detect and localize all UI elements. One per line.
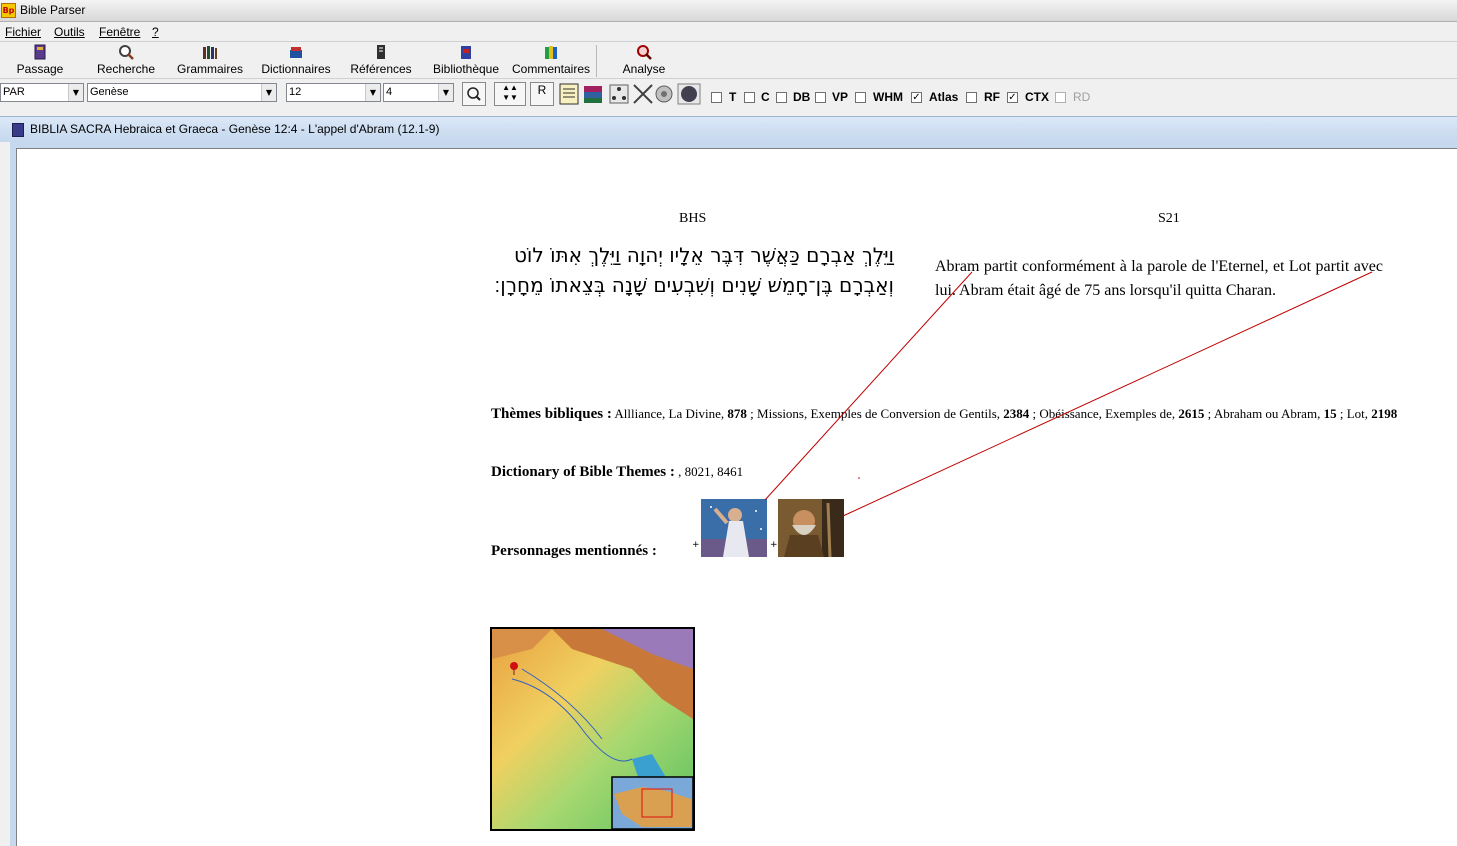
verse-value: 4 bbox=[386, 86, 393, 98]
references-button[interactable]: Références bbox=[346, 44, 416, 80]
s21-column-header: S21 bbox=[1158, 211, 1180, 226]
dictionary-of-bible-themes: Dictionary of Bible Themes : , 8021, 846… bbox=[491, 464, 743, 481]
search-icon bbox=[119, 45, 134, 60]
option-db-checkbox[interactable] bbox=[776, 92, 787, 103]
theme-number[interactable]: 15 bbox=[1324, 406, 1337, 421]
chapter-select[interactable]: 12 ▼ bbox=[286, 83, 381, 102]
grammar-books-icon bbox=[203, 46, 217, 59]
atlas-map-image[interactable] bbox=[490, 627, 695, 831]
theme-number[interactable]: 878 bbox=[727, 406, 747, 421]
dictionnaires-button[interactable]: Dictionnaires bbox=[258, 44, 334, 80]
option-ctx-checkbox[interactable]: ✓ bbox=[1007, 92, 1018, 103]
option-rd-label: RD bbox=[1073, 90, 1091, 104]
toolbar-separator bbox=[596, 45, 597, 77]
bibliotheque-label: Bibliothèque bbox=[432, 62, 500, 76]
main-toolbar: Passage Recherche Grammaires Dictionnair… bbox=[0, 41, 1457, 79]
theme-link[interactable]: Obéissance, Exemples de, bbox=[1039, 406, 1175, 421]
option-whm-label: WHM bbox=[873, 90, 903, 104]
option-rd-checkbox bbox=[1055, 92, 1066, 103]
option-c-label: C bbox=[761, 90, 770, 104]
window-title: Bible Parser bbox=[20, 3, 86, 17]
option-atlas-label: Atlas bbox=[929, 90, 959, 104]
verse-stepper[interactable]: ▲▲ ▼▼ bbox=[494, 82, 526, 106]
menu-help[interactable]: ? bbox=[152, 25, 159, 39]
dict-values[interactable]: , 8021, 8461 bbox=[678, 464, 743, 479]
library-icon bbox=[461, 46, 471, 59]
hebrew-verse-text: וַיֵּלֶךְ אַבְרָם כַּאֲשֶׁר דִּבֶּר אֵלָ… bbox=[494, 243, 894, 297]
theme-number[interactable]: 2384 bbox=[1003, 406, 1029, 421]
menu-fenetre[interactable]: Fenêtre bbox=[99, 25, 140, 39]
navigation-controls: PAR ▼ Genèse ▼ 12 ▼ 4 ▼ ▲▲ ▼▼ R T C DB VP… bbox=[0, 80, 1457, 110]
french-verse-text: Abram partit conformément à la parole de… bbox=[935, 258, 1383, 299]
theme-link[interactable]: Lot, bbox=[1347, 406, 1368, 421]
theme-number[interactable]: 2615 bbox=[1178, 406, 1204, 421]
abram-portrait-image[interactable] bbox=[701, 499, 767, 557]
references-label: Références bbox=[350, 62, 412, 76]
option-c-checkbox[interactable] bbox=[744, 92, 755, 103]
magnifier-icon bbox=[467, 87, 481, 101]
option-vp-label: VP bbox=[832, 90, 849, 104]
option-whm-checkbox[interactable] bbox=[855, 92, 866, 103]
chapter-value: 12 bbox=[289, 86, 302, 98]
dictionnaires-label: Dictionnaires bbox=[261, 62, 331, 76]
recherche-label: Recherche bbox=[96, 62, 156, 76]
bp-app-icon[interactable]: Bp bbox=[1, 3, 16, 18]
option-rf-checkbox[interactable] bbox=[966, 92, 977, 103]
option-vp-checkbox[interactable] bbox=[815, 92, 826, 103]
persons-label: Personnages mentionnés : bbox=[491, 543, 657, 559]
theme-number[interactable]: 2198 bbox=[1371, 406, 1397, 421]
theme-link[interactable]: Missions, Exemples de Conversion de Gent… bbox=[757, 406, 1000, 421]
option-db-label: DB bbox=[793, 90, 811, 104]
grammaires-button[interactable]: Grammaires bbox=[174, 44, 246, 80]
menu-outils[interactable]: Outils bbox=[54, 25, 85, 39]
menu-fichier[interactable]: Fichier bbox=[5, 25, 41, 39]
bhs-column-header: BHS bbox=[679, 211, 707, 226]
dictionary-icon bbox=[290, 47, 302, 58]
window-title-bar: Bp Bible Parser bbox=[0, 0, 1457, 22]
option-atlas-checkbox[interactable]: ✓ bbox=[911, 92, 922, 103]
grammaires-label: Grammaires bbox=[176, 62, 243, 76]
lot-portrait-image[interactable] bbox=[778, 499, 844, 557]
passage-label: Passage bbox=[16, 62, 64, 76]
version-value: PAR bbox=[3, 86, 25, 98]
book-value: Genèse bbox=[90, 86, 129, 98]
version-select[interactable]: PAR ▼ bbox=[0, 83, 84, 102]
commentary-icon bbox=[545, 46, 557, 59]
menu-bar: Fichier Outils Fenêtre ? bbox=[0, 23, 1457, 41]
person-plus[interactable]: + bbox=[770, 540, 778, 550]
zoom-search-button[interactable] bbox=[462, 82, 486, 106]
chevron-down-icon[interactable]: ▼ bbox=[365, 84, 380, 101]
dict-label: Dictionary of Bible Themes : bbox=[491, 464, 675, 480]
theme-link[interactable]: Abraham ou Abram, bbox=[1214, 406, 1321, 421]
option-ctx-label: CTX bbox=[1025, 90, 1049, 104]
analysis-icon bbox=[637, 45, 652, 60]
chevron-down-icon[interactable]: ▼ bbox=[438, 84, 453, 101]
tool-icons-strip bbox=[559, 83, 701, 105]
document-window-title-bar: BIBLIA SACRA Hebraica et Graeca - Genèse… bbox=[0, 116, 1457, 142]
commentaires-label: Commentaires bbox=[511, 62, 591, 76]
book-icon bbox=[34, 44, 46, 60]
analyse-button[interactable]: Analyse bbox=[614, 44, 674, 80]
themes-label: Thèmes bibliques : bbox=[491, 406, 612, 422]
r-button[interactable]: R bbox=[530, 82, 554, 106]
book-select[interactable]: Genèse ▼ bbox=[87, 83, 277, 102]
analyse-label: Analyse bbox=[622, 62, 666, 76]
document-window-title: BIBLIA SACRA Hebraica et Graeca - Genèse… bbox=[30, 122, 440, 136]
references-icon bbox=[377, 45, 385, 59]
chevron-down-icon[interactable]: ▼ bbox=[261, 84, 276, 101]
biblical-themes: Thèmes bibliques : Allliance, La Divine,… bbox=[491, 406, 1398, 422]
theme-link[interactable]: Allliance, La Divine, bbox=[614, 406, 724, 421]
verse-select[interactable]: 4 ▼ bbox=[383, 83, 454, 102]
person-plus[interactable]: + bbox=[692, 540, 700, 550]
chevron-down-icon[interactable]: ▼ bbox=[68, 84, 83, 101]
commentaires-button[interactable]: Commentaires bbox=[510, 44, 592, 80]
option-t-label: T bbox=[729, 90, 737, 104]
passage-button[interactable]: Passage bbox=[8, 44, 72, 80]
document-icon bbox=[12, 123, 24, 137]
recherche-button[interactable]: Recherche bbox=[90, 44, 162, 80]
option-t-checkbox[interactable] bbox=[711, 92, 722, 103]
bibliotheque-button[interactable]: Bibliothèque bbox=[428, 44, 504, 80]
option-rf-label: RF bbox=[984, 90, 1000, 104]
